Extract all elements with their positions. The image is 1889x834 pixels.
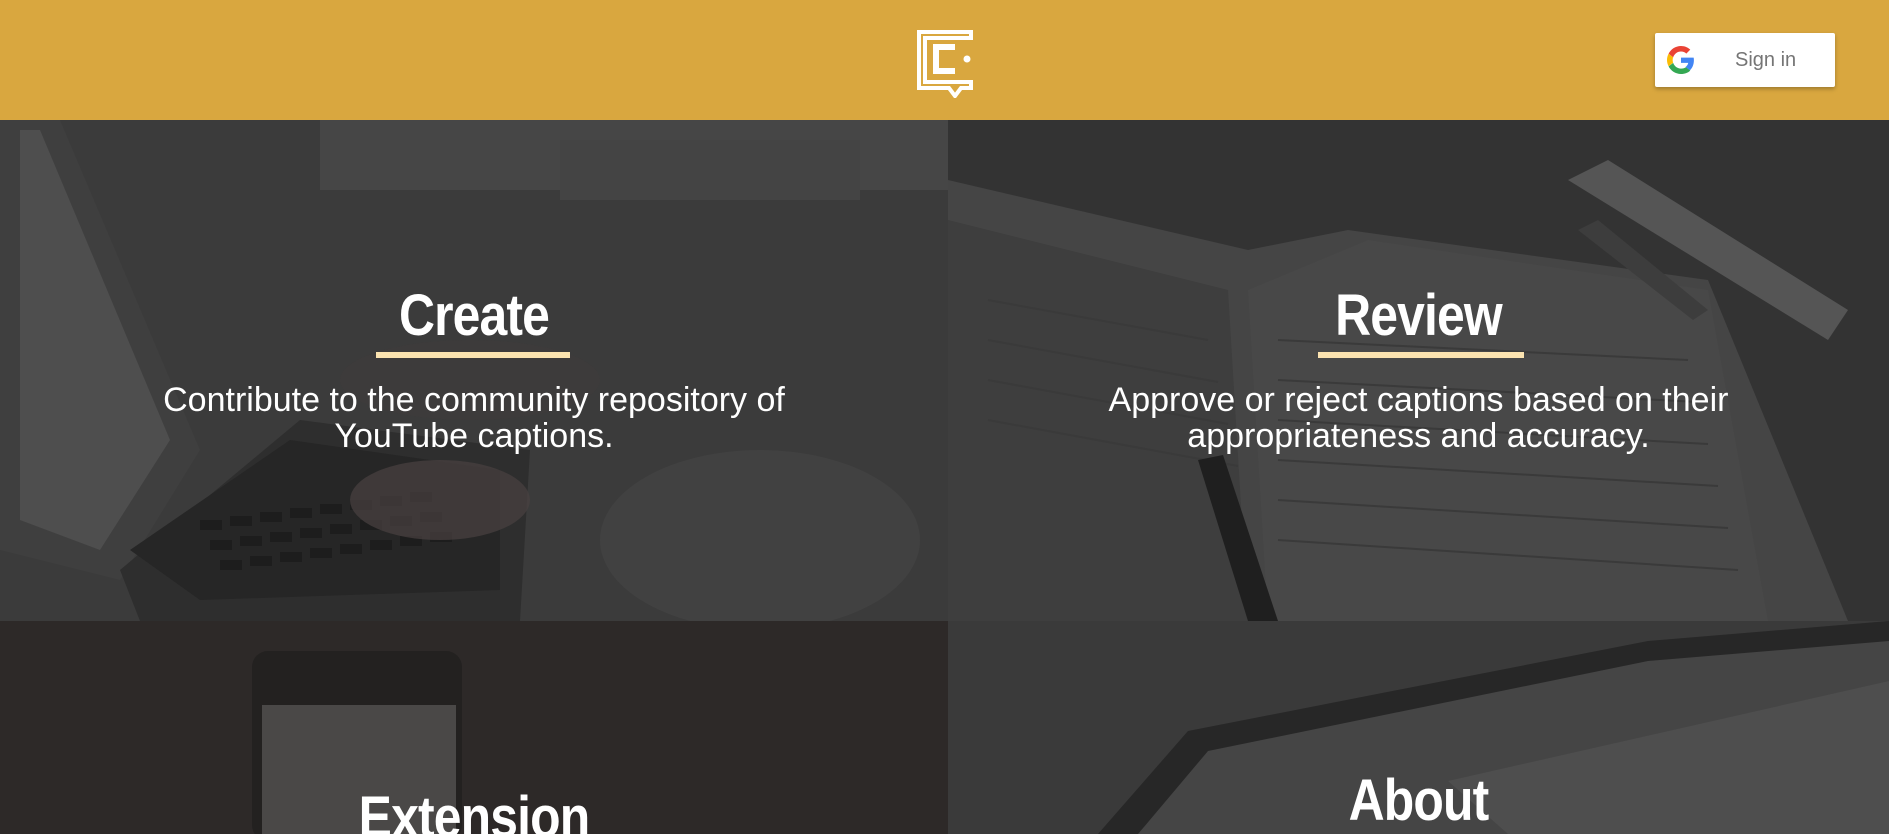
top-header: Sign in — [0, 0, 1889, 120]
review-title-underline — [1318, 352, 1524, 358]
notebook-pen-background-image — [948, 120, 1889, 621]
signin-label: Sign in — [1735, 49, 1797, 71]
extension-title: Extension — [358, 785, 590, 834]
google-g-icon — [1667, 46, 1694, 74]
caption-bubble-logo-icon[interactable] — [915, 28, 977, 98]
google-signin-button[interactable]: Sign in — [1655, 33, 1835, 87]
review-title: Review — [1335, 283, 1503, 348]
create-description-line1: Contribute to the community repository o… — [163, 381, 785, 419]
about-title: About — [1348, 768, 1490, 833]
laptop-typing-background-image — [0, 120, 948, 621]
create-title-underline — [376, 352, 570, 358]
extension-tile[interactable]: Extension — [0, 621, 948, 834]
create-description-line2: YouTube captions. — [334, 417, 614, 455]
review-description-line1: Approve or reject captions based on thei… — [1108, 381, 1729, 419]
review-description-line2: appropriateness and accuracy. — [1187, 417, 1650, 455]
create-tile[interactable]: Create Contribute to the community repos… — [0, 120, 948, 621]
create-title: Create — [398, 283, 550, 348]
about-tile[interactable]: About — [948, 621, 1889, 834]
review-tile[interactable]: Review Approve or reject captions based … — [948, 120, 1889, 621]
